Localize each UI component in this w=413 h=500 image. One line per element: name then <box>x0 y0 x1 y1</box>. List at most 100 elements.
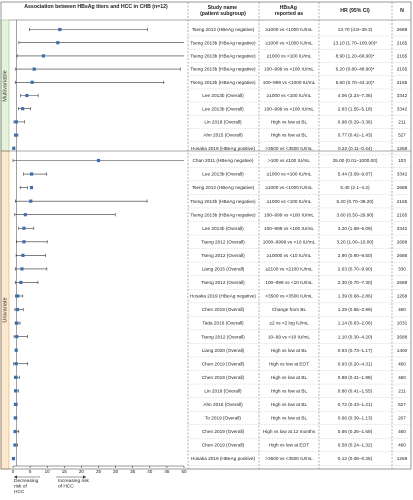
hr-point <box>14 362 18 366</box>
hr-point <box>58 27 62 32</box>
hr-point <box>30 172 34 176</box>
note-line: Decreasing <box>14 478 39 484</box>
hr-ci: 0.93 (0.20–4.31) <box>338 361 373 366</box>
table-row: Chen 2019 (Overall) High vs low at EOT 0.9… <box>13 361 411 371</box>
hr-ci: 2.30 (0.70–7.30) <box>338 280 373 285</box>
hbsag-reported: >3500 vs <3500 IU/mL <box>265 146 313 151</box>
hr-ci: 1.14 (0.63–2.06) <box>338 321 373 326</box>
increasing-risk-note: Increasing risk of HCC <box>58 478 90 489</box>
hbsag-reported: ≥2100 vs <2100 IU/mL <box>265 267 313 272</box>
forest-plot: Association between HBsAg titers and HCC… <box>0 1 412 495</box>
study-name: Tseng 2012 (HBeAg negative) <box>192 185 255 190</box>
study-name: To 2019 (Overall) <box>205 416 241 421</box>
table-row: Ahn 2015 (Overall) High vs low at BL 0.77 … <box>14 133 411 142</box>
hr-point <box>14 120 18 124</box>
study-name: Chen 2019 (Overall) <box>202 307 245 312</box>
study-name: Hosaka 2019 (HBeAg positive) <box>191 456 256 461</box>
table-row: Tseng 2013b (HBeAg negative) 100–999 vs <… <box>15 67 411 76</box>
hr-ci: 0.93 (0.73–1.17) <box>338 348 373 353</box>
hr-point <box>32 67 36 71</box>
study-name: Liang 2015 (Overall) <box>202 267 245 272</box>
sample-size: 460 <box>398 307 406 312</box>
study-name: Tseng 2012 (HBeAg negative) <box>192 27 255 32</box>
hr-ci: 2.90 (0.90–9.50) <box>338 253 373 258</box>
x-tick-label: 5 <box>29 469 32 474</box>
hr-point <box>12 146 16 150</box>
reported-header: HBsAg reported as <box>275 5 303 17</box>
hbsag-reported: 10–99 vs <10 IU/mL <box>268 334 310 339</box>
group-label-multivariable: Multivariable <box>3 70 9 101</box>
hr-point <box>29 186 34 190</box>
hr-ci: 3.60 (0.50–29.90) <box>336 212 373 217</box>
study-name: Lin 2018 (Overall) <box>204 120 242 125</box>
sample-size: 460 <box>398 443 406 448</box>
sample-size: 2165 <box>397 212 408 217</box>
hbsag-reported: High vs low at BL <box>271 388 308 393</box>
hr-ci: 4.06 (2.24–7.36) <box>338 93 373 98</box>
hr-point <box>13 402 18 406</box>
table-row: Lee 2013b (Overall) 100–999 vs <100 IU/mL… <box>18 106 411 116</box>
hbsag-reported: 100–999 vs <100 IU/mL <box>264 106 314 111</box>
study-header: Study name (patient subgroup) <box>200 5 246 17</box>
table-row: Lin 2018 (Overall) High vs low at BL 0.80 … <box>14 388 411 398</box>
hr-ci: 1.39 (0.68–2.86) <box>338 294 373 299</box>
x-tick-label: 50 <box>181 469 187 474</box>
hr-point <box>22 240 26 244</box>
sample-size: 2688 <box>397 185 408 190</box>
hr-ci: 6.20 (0.80–48.90)* <box>336 67 375 72</box>
study-name: Lee 2013b (Overall) <box>202 172 244 177</box>
study-name: Lee 2013b (Overall) <box>202 106 244 111</box>
table-row: Tseng 2013b (HBeAg negative) ≥1000 vs <10… <box>15 199 411 209</box>
hbsag-reported: >100 vs ≤100 IU/mL <box>268 158 310 163</box>
study-name: Tseng 2012 (Overall) <box>201 239 245 244</box>
study-name: Tseng 2013b (HBeAg negative) <box>190 212 256 217</box>
table-row: Chan 2011 (HBeAg negative) >100 vs ≤100 I… <box>12 158 411 168</box>
x-axis-ticks: 0 5 10 15 20 25 30 35 40 45 50 <box>12 466 187 474</box>
study-name: Tseng 2012 (Overall) <box>201 334 245 339</box>
table-row: Tseng 2012 (HBeAg negative) ≥1000 vs <100… <box>29 27 411 37</box>
sample-size: 2688 <box>397 280 408 285</box>
sample-size: 211 <box>398 388 406 393</box>
hr-ci: 3.20 (1.68–6.09) <box>338 226 373 231</box>
group-label-univariate: Univariate <box>3 297 9 322</box>
table-row: Hosaka 2019 (HBeAg positive) >3500 vs <35… <box>12 146 411 156</box>
study-name: Tseng 2013b (HBeAg negative) <box>190 199 256 204</box>
study-name: Liang 2020 (Overall) <box>202 348 245 353</box>
x-tick-label: 10 <box>45 469 51 474</box>
hbsag-reported: 100–999 vs <100 IU/mL <box>264 226 314 231</box>
table-row: Chen 2019 (Overall) Change from BL 1.29 (0… <box>14 307 411 317</box>
hr-point <box>20 267 24 271</box>
hr-point <box>15 321 19 325</box>
hr-ci: 1.29 (0.56–2.99) <box>338 307 373 312</box>
hbsag-reported: High vs low at 12 months <box>263 429 316 434</box>
sample-size: 211 <box>398 120 406 125</box>
sample-size: 2165 <box>397 80 408 85</box>
hr-point <box>14 375 18 379</box>
hr-ci: 5.44 (3.09–9.87) <box>338 172 373 177</box>
hr-ci: 0.77 (0.42–1.43) <box>338 133 373 138</box>
hbsag-reported: High vs low at BL <box>271 348 308 353</box>
hbsag-reported: ≥1000 vs <1000 IU/mL <box>265 185 313 190</box>
study-header-line: (patient subgroup) <box>200 11 246 17</box>
hr-ci: 2.63 (0.70–9.90) <box>338 267 373 272</box>
table-row: Hosaka 2019 (HBeAg positive) >3500 vs <35… <box>11 456 411 466</box>
sample-size: 103 <box>398 158 406 163</box>
sample-size: 527 <box>398 133 406 138</box>
hbsag-reported: High vs low at EOT <box>269 361 309 366</box>
hbsag-reported: High vs low at EOT <box>269 443 309 448</box>
x-tick-label: 0 <box>12 469 15 474</box>
study-name: Tseng 2013b (HBeAg negative) <box>190 40 256 45</box>
sample-size: 2165 <box>397 67 408 72</box>
hbsag-reported: High vs low at BL <box>271 402 308 407</box>
hbsag-reported: Change from BL <box>272 307 307 312</box>
hr-point <box>13 443 17 447</box>
decreasing-risk-note: Decreasing risk of HCC <box>14 478 39 495</box>
study-name: Lee 2013b (Overall) <box>202 93 244 98</box>
hr-point <box>23 213 27 217</box>
study-name: Ahn 2015 (Overall) <box>203 133 243 138</box>
sample-size: 3342 <box>397 226 408 231</box>
table-row: Chen 2019 (Overall) High vs low at 12 mon… <box>13 429 411 439</box>
sample-size: 2688 <box>397 239 408 244</box>
hr-ci: 0.72 (0.43–1.21) <box>338 402 373 407</box>
sample-size: 1268 <box>397 294 408 299</box>
